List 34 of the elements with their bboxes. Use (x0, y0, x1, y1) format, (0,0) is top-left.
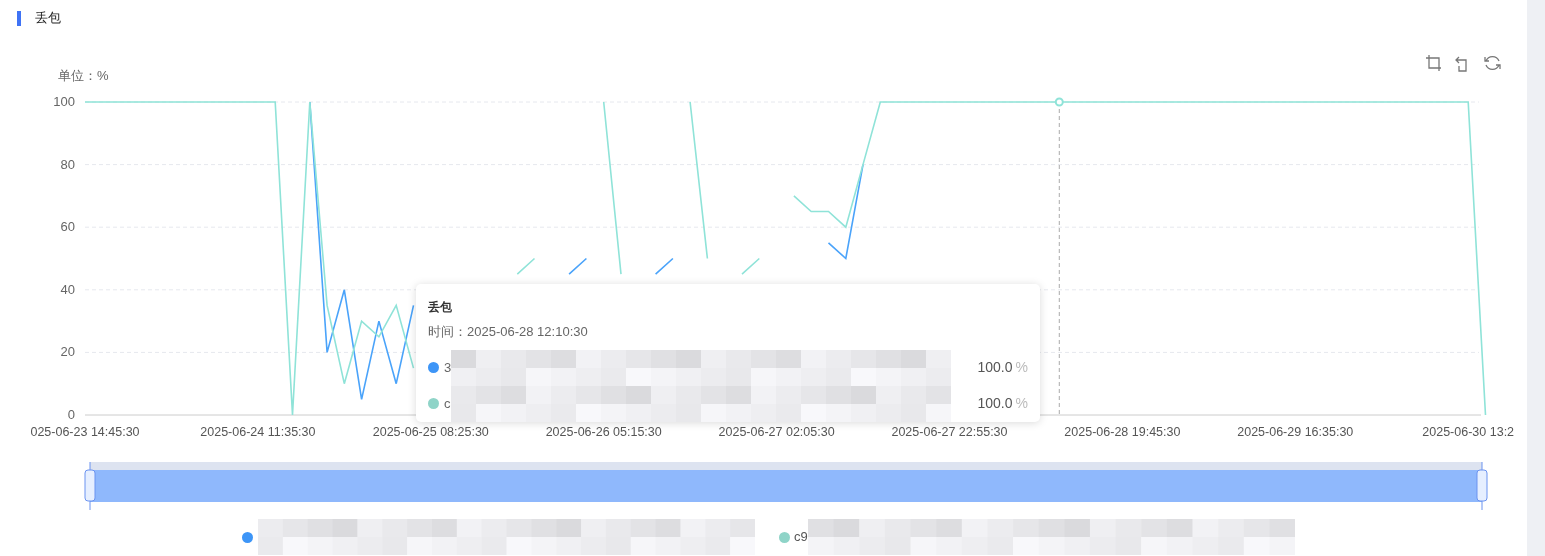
axis-label: 0 (67, 407, 75, 422)
series-value: 100.0 (977, 394, 1013, 413)
axis-label: 2025-06-28 19:45:30 (1064, 425, 1181, 439)
undo-icon[interactable] (1455, 56, 1467, 72)
legend-label[interactable]: c9 (794, 527, 808, 547)
axis-label: 025-06-23 14:45:30 (30, 425, 140, 439)
section-title: 丢包 (35, 9, 61, 28)
axis-title: 单位：% (58, 68, 109, 83)
legend-dot[interactable] (779, 531, 790, 543)
axis-label: 20 (60, 344, 75, 360)
axis-label: 2025-06-30 13:2 (1422, 425, 1515, 439)
axis-label: 60 (60, 219, 75, 235)
axis-label: 2025-06-29 16:35:30 (1237, 425, 1354, 439)
axis-label: 2025-06-25 08:25:30 (372, 425, 489, 439)
unit-label: % (1015, 394, 1028, 413)
slider-handle[interactable] (84, 461, 96, 511)
slider-handle[interactable] (1476, 461, 1488, 511)
axis-label: 100 (53, 94, 75, 109)
axis-label: 2025-06-27 02:05:30 (718, 425, 835, 439)
title-marker (17, 10, 21, 26)
series-value: 100.0 (977, 358, 1013, 377)
zoom-icon[interactable] (1425, 54, 1442, 72)
unit-label: % (1015, 358, 1028, 377)
series-name: c (444, 394, 451, 413)
axis-label: 2025-06-24 11:35:30 (200, 425, 316, 439)
legend-dot[interactable] (242, 531, 253, 543)
tooltip-time: 时间：2025-06-28 12:10:30 (428, 323, 589, 341)
axis-label: 80 (60, 156, 75, 172)
axis-label: 2025-06-26 05:15:30 (545, 425, 662, 439)
tooltip-title: 丢包 (428, 299, 453, 316)
axis-label: 2025-06-27 22:55:30 (891, 425, 1008, 439)
axis-label: 40 (60, 281, 75, 297)
refresh-icon[interactable] (1484, 55, 1501, 71)
series-name: 3 (444, 358, 451, 377)
